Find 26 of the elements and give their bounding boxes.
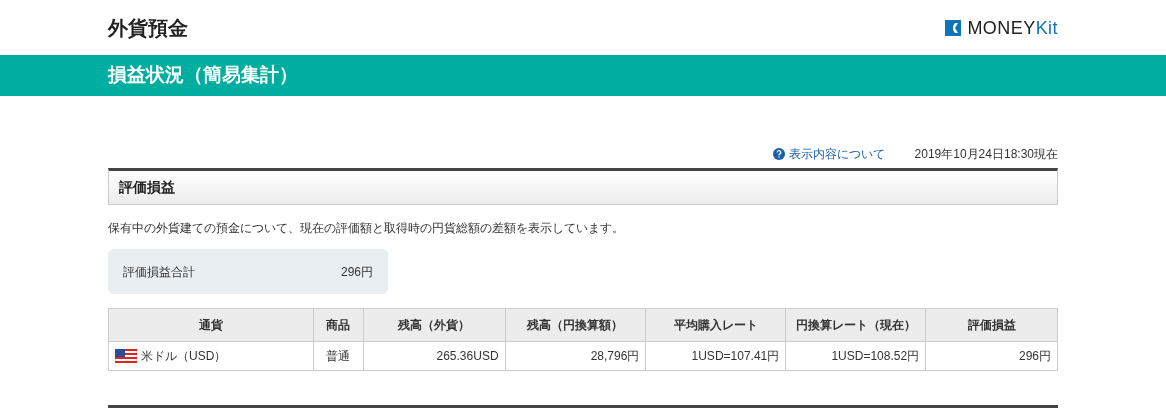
column-header: 評価損益 [925, 308, 1058, 342]
table-cell: 1USD=107.41円 [645, 341, 786, 371]
flag-icon [115, 349, 137, 363]
column-header: 平均購入レート [645, 308, 786, 342]
currency-cell: 米ドル（USD） [108, 341, 314, 371]
section-title: 評価損益 [119, 178, 175, 197]
table-cell: 28,796円 [505, 341, 646, 371]
summary-value: 296円 [340, 263, 373, 281]
table-cell: 265.36USD [363, 341, 506, 371]
timestamp: 2019年10月24日18:30現在 [914, 146, 1058, 163]
help-icon [772, 148, 785, 160]
banner-title: 損益状況（簡易集計） [108, 63, 298, 88]
table-cell: 296円 [925, 341, 1058, 371]
logo-text: MONEYKit [967, 18, 1058, 37]
info-link[interactable]: 表示内容について [772, 145, 885, 163]
column-header: 残高（円換算額） [505, 308, 646, 342]
column-header: 通貨 [108, 308, 314, 342]
logo-icon [945, 19, 962, 36]
column-header: 残高（外貨） [363, 308, 506, 342]
column-header: 商品 [313, 308, 364, 342]
summary-label: 評価損益合計 [123, 263, 195, 281]
description: 保有中の外貨建ての預金について、現在の評価額と取得時の円貨総額の差額を表示しています。 [108, 220, 625, 237]
column-header: 円換算レート（現在） [785, 308, 926, 342]
table-cell: 1USD=108.52円 [785, 341, 926, 371]
table-cell: 普通 [313, 341, 364, 371]
page-title: 外貨預金 [108, 15, 188, 41]
